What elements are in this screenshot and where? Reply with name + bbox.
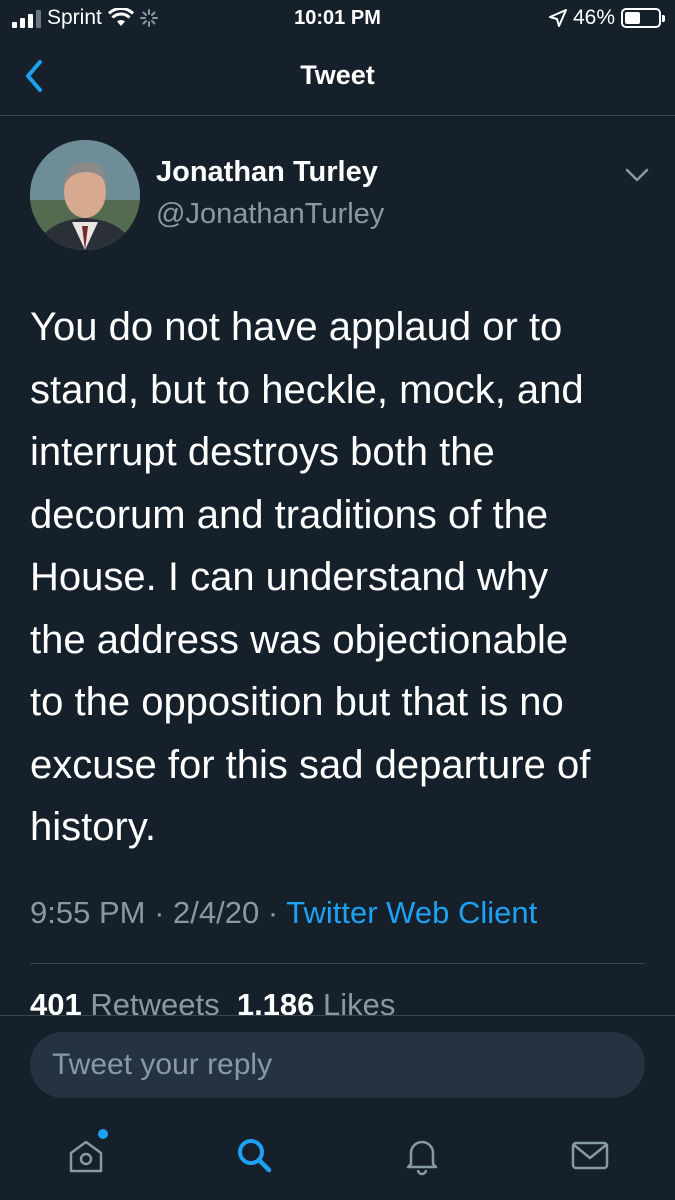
status-right: 46% xyxy=(548,6,665,30)
tweet-source-link[interactable]: Twitter Web Client xyxy=(286,895,537,930)
author-handle[interactable]: @JonathanTurley xyxy=(156,198,384,231)
avatar-image xyxy=(30,140,140,250)
divider xyxy=(30,963,645,964)
avatar[interactable] xyxy=(30,140,140,250)
tab-notifications[interactable] xyxy=(400,1133,444,1177)
retweets-count: 401 xyxy=(30,987,82,1015)
battery-icon xyxy=(621,8,665,28)
home-icon xyxy=(69,1140,103,1173)
battery-fill xyxy=(625,12,640,24)
likes-count: 1,186 xyxy=(236,987,315,1015)
tweet-meta: 9:55 PM · 2/4/20 · Twitter Web Client xyxy=(30,895,537,931)
likes-label: Likes xyxy=(323,987,396,1015)
nav-header: Tweet xyxy=(0,38,675,116)
reply-input[interactable]: Tweet your reply xyxy=(30,1032,645,1098)
tab-search[interactable] xyxy=(232,1133,276,1177)
status-bar: Sprint 10:01 PM 46% xyxy=(0,0,675,38)
likes-stat[interactable]: 1,186 Likes xyxy=(237,987,396,1015)
retweets-label: Retweets xyxy=(90,987,220,1015)
chevron-down-icon xyxy=(625,168,649,182)
tab-bar xyxy=(0,1115,675,1200)
retweets-stat[interactable]: 401 Retweets xyxy=(30,987,220,1015)
more-options-button[interactable] xyxy=(622,160,652,190)
notifications-icon xyxy=(406,1140,438,1176)
location-arrow-icon xyxy=(548,9,567,27)
tab-home[interactable] xyxy=(64,1129,108,1177)
tweet-text: You do not have applaud or to stand, but… xyxy=(30,305,591,849)
meta-separator: · xyxy=(267,895,279,930)
page-title: Tweet xyxy=(300,60,375,90)
battery-percent: 46% xyxy=(572,6,615,29)
author-name[interactable]: Jonathan Turley xyxy=(156,156,378,189)
tweet-time: 9:55 PM xyxy=(30,895,146,930)
meta-separator: · xyxy=(154,895,165,930)
search-icon xyxy=(238,1139,272,1173)
messages-icon xyxy=(571,1141,609,1170)
tweet-stats: 401 Retweets 1,186 Likes xyxy=(30,987,395,1015)
tab-messages[interactable] xyxy=(568,1133,612,1177)
tweet-date: 2/4/20 xyxy=(173,895,260,930)
home-notification-dot xyxy=(98,1129,108,1139)
